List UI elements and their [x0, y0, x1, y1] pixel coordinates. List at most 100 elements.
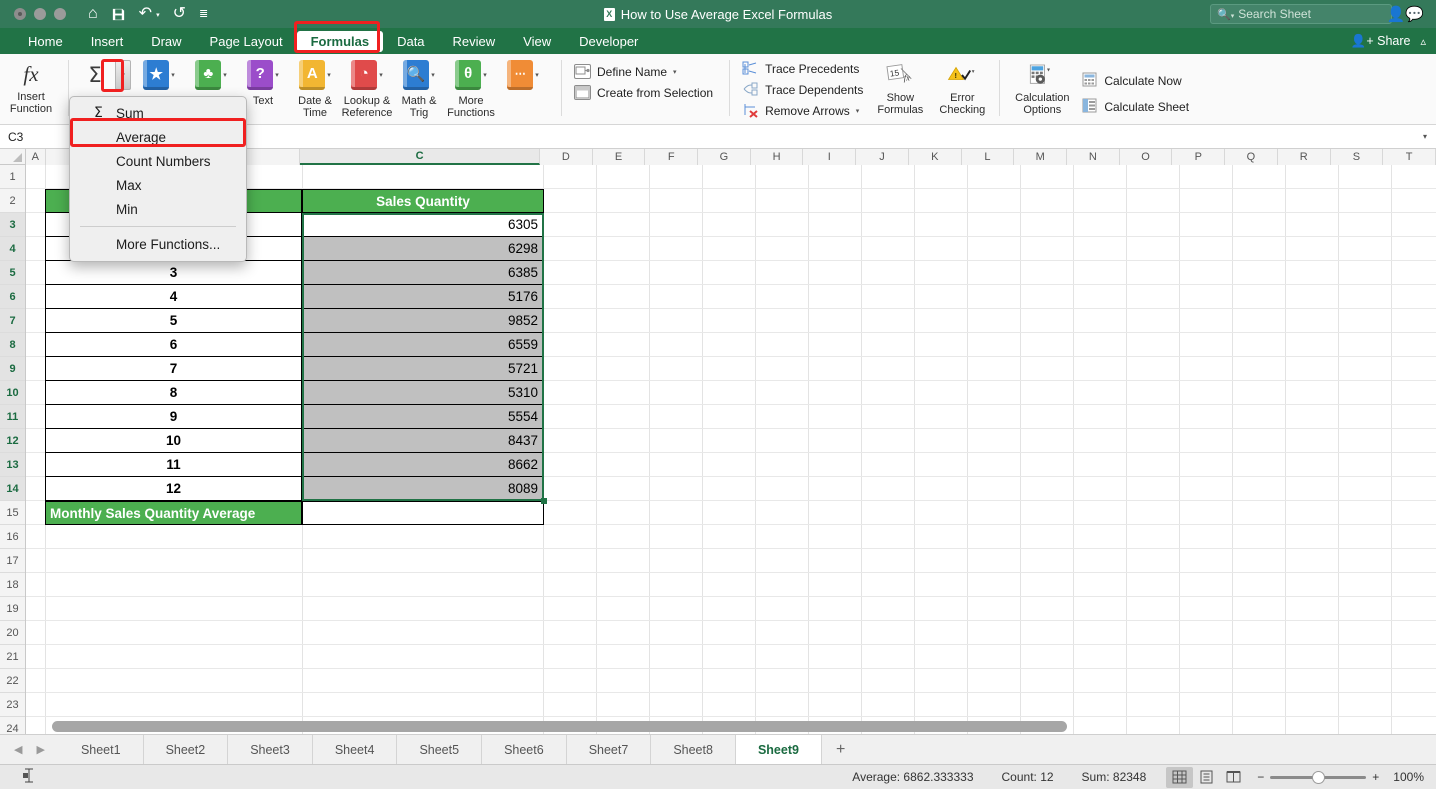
column-header-C[interactable]: C [300, 149, 540, 165]
zoom-slider[interactable]: − + 100% [1257, 770, 1424, 784]
minimize-window-button[interactable] [34, 8, 46, 20]
column-header-K[interactable]: K [908, 149, 962, 165]
table-row[interactable]: 5554 [302, 405, 544, 429]
trace-dependents-button[interactable]: Trace Dependents [742, 82, 863, 98]
column-header-D[interactable]: D [539, 149, 593, 165]
zoom-out-button[interactable]: − [1257, 770, 1264, 784]
table-row[interactable]: 7 [45, 357, 302, 381]
column-header-J[interactable]: J [856, 149, 909, 165]
calculation-options-button[interactable]: ▾ Calculation Options [1006, 62, 1078, 116]
maximize-window-button[interactable] [54, 8, 66, 20]
undo-icon[interactable]: ↶ [139, 6, 152, 22]
menu-item-count-numbers[interactable]: Count Numbers [70, 149, 246, 173]
row-header-22[interactable]: 22 [0, 669, 25, 693]
sheet-tab-sheet6[interactable]: Sheet6 [482, 735, 567, 764]
table-row[interactable]: 5310 [302, 381, 544, 405]
sheet-tab-sheet5[interactable]: Sheet5 [397, 735, 483, 764]
selection-fill-handle[interactable] [541, 498, 547, 504]
row-header-9[interactable]: 9 [0, 357, 25, 381]
show-formulas-button[interactable]: 15 fx Show Formulas [869, 54, 931, 116]
row-header-1[interactable]: 1 [0, 165, 25, 189]
autosum-dropdown-menu[interactable]: Σ Sum Average Count Numbers Max Min More… [69, 96, 247, 262]
row-header-17[interactable]: 17 [0, 549, 25, 573]
column-header-I[interactable]: I [803, 149, 857, 165]
select-all-corner[interactable] [0, 149, 26, 164]
more-functions-button[interactable]: θ ▾ More Functions [445, 60, 497, 119]
table-row[interactable]: 4 [45, 285, 302, 309]
date-time-functions-button[interactable]: A ▾ Date & Time [289, 60, 341, 119]
column-header-T[interactable]: T [1383, 149, 1436, 165]
remove-arrows-button[interactable]: Remove Arrows ▾ [742, 103, 863, 119]
table-header-sales-quantity[interactable]: Sales Quantity [302, 189, 544, 213]
lookup-reference-functions-button[interactable]: ◔ ▾ Lookup & Reference [341, 60, 393, 119]
next-sheet-icon[interactable]: ▶ [36, 743, 44, 756]
menu-item-max[interactable]: Max [70, 173, 246, 197]
trace-precedents-button[interactable]: Trace Precedents [742, 61, 863, 77]
menu-item-more-functions[interactable]: More Functions... [70, 232, 246, 256]
expand-formula-bar-icon[interactable]: ▾ [1414, 132, 1436, 141]
home-icon[interactable]: ⌂ [88, 6, 98, 22]
column-header-M[interactable]: M [1014, 149, 1067, 165]
zoom-track[interactable] [1270, 770, 1367, 784]
tab-home[interactable]: Home [14, 31, 77, 52]
column-header-H[interactable]: H [750, 149, 804, 165]
chevron-down-icon[interactable]: ▾ [223, 71, 227, 79]
row-header-18[interactable]: 18 [0, 573, 25, 597]
row-header-7[interactable]: 7 [0, 309, 25, 333]
table-row[interactable]: 3 [45, 261, 302, 285]
table-footer-label[interactable]: Monthly Sales Quantity Average [45, 501, 302, 525]
table-row[interactable]: 8089 [302, 477, 544, 501]
search-sheet-box[interactable]: 🔍▾ Search Sheet [1210, 4, 1392, 24]
sheet-tab-sheet1[interactable]: Sheet1 [58, 735, 144, 764]
normal-view-icon[interactable] [1166, 766, 1194, 788]
row-header-4[interactable]: 4 [0, 237, 25, 261]
tab-formulas[interactable]: Formulas [296, 30, 384, 52]
table-row[interactable]: 9852 [302, 309, 544, 333]
column-header-O[interactable]: O [1119, 149, 1173, 165]
table-row[interactable]: 5176 [302, 285, 544, 309]
row-header-3[interactable]: 3 [0, 213, 25, 237]
column-header-L[interactable]: L [961, 149, 1015, 165]
menu-item-sum[interactable]: Σ Sum [70, 101, 246, 125]
add-sheet-button[interactable]: + [822, 735, 859, 764]
zoom-in-button[interactable]: + [1372, 770, 1379, 784]
page-layout-view-icon[interactable] [1193, 767, 1220, 788]
table-footer-value[interactable] [302, 501, 544, 525]
column-header-R[interactable]: R [1277, 149, 1331, 165]
sheet-tab-sheet3[interactable]: Sheet3 [228, 735, 313, 764]
chevron-down-icon[interactable]: ▾ [856, 107, 860, 115]
row-header-21[interactable]: 21 [0, 645, 25, 669]
tab-insert[interactable]: Insert [77, 31, 138, 52]
sheet-tab-sheet9[interactable]: Sheet9 [735, 735, 822, 764]
horizontal-scroll-thumb[interactable] [52, 721, 1067, 732]
sheet-tab-sheet7[interactable]: Sheet7 [566, 735, 652, 764]
row-header-6[interactable]: 6 [0, 285, 25, 309]
tab-page-layout[interactable]: Page Layout [196, 31, 297, 52]
sheet-tab-sheet8[interactable]: Sheet8 [651, 735, 736, 764]
chevron-down-icon[interactable]: ▾ [327, 71, 331, 79]
row-header-10[interactable]: 10 [0, 381, 25, 405]
sheet-tab-sheet2[interactable]: Sheet2 [143, 735, 229, 764]
tab-developer[interactable]: Developer [565, 31, 652, 52]
table-row[interactable]: 9 [45, 405, 302, 429]
search-input-placeholder[interactable]: Search Sheet [1238, 7, 1311, 21]
row-header-15[interactable]: 15 [0, 501, 25, 525]
chevron-down-icon[interactable]: ▾ [275, 71, 279, 79]
table-row[interactable]: 12 [45, 477, 302, 501]
zoom-knob[interactable] [1312, 770, 1326, 784]
chevron-down-icon[interactable]: ▾ [673, 68, 677, 76]
menu-item-average[interactable]: Average [70, 125, 246, 149]
close-window-button[interactable] [14, 8, 26, 20]
chevron-down-icon[interactable]: ▾ [171, 71, 175, 79]
column-header-A[interactable]: A [25, 149, 46, 165]
create-from-selection-button[interactable]: Create from Selection [574, 85, 713, 100]
table-row[interactable]: 5 [45, 309, 302, 333]
extra-functions-button[interactable]: ⋯ ▾ [497, 60, 549, 90]
column-header-N[interactable]: N [1067, 149, 1120, 165]
chevron-down-icon[interactable]: ▾ [535, 71, 539, 79]
calculate-now-button[interactable]: Calculate Now [1082, 72, 1189, 90]
table-row[interactable]: 11 [45, 453, 302, 477]
chevron-down-icon[interactable]: ▾ [431, 71, 435, 79]
row-header-11[interactable]: 11 [0, 405, 25, 429]
column-header-P[interactable]: P [1172, 149, 1226, 165]
